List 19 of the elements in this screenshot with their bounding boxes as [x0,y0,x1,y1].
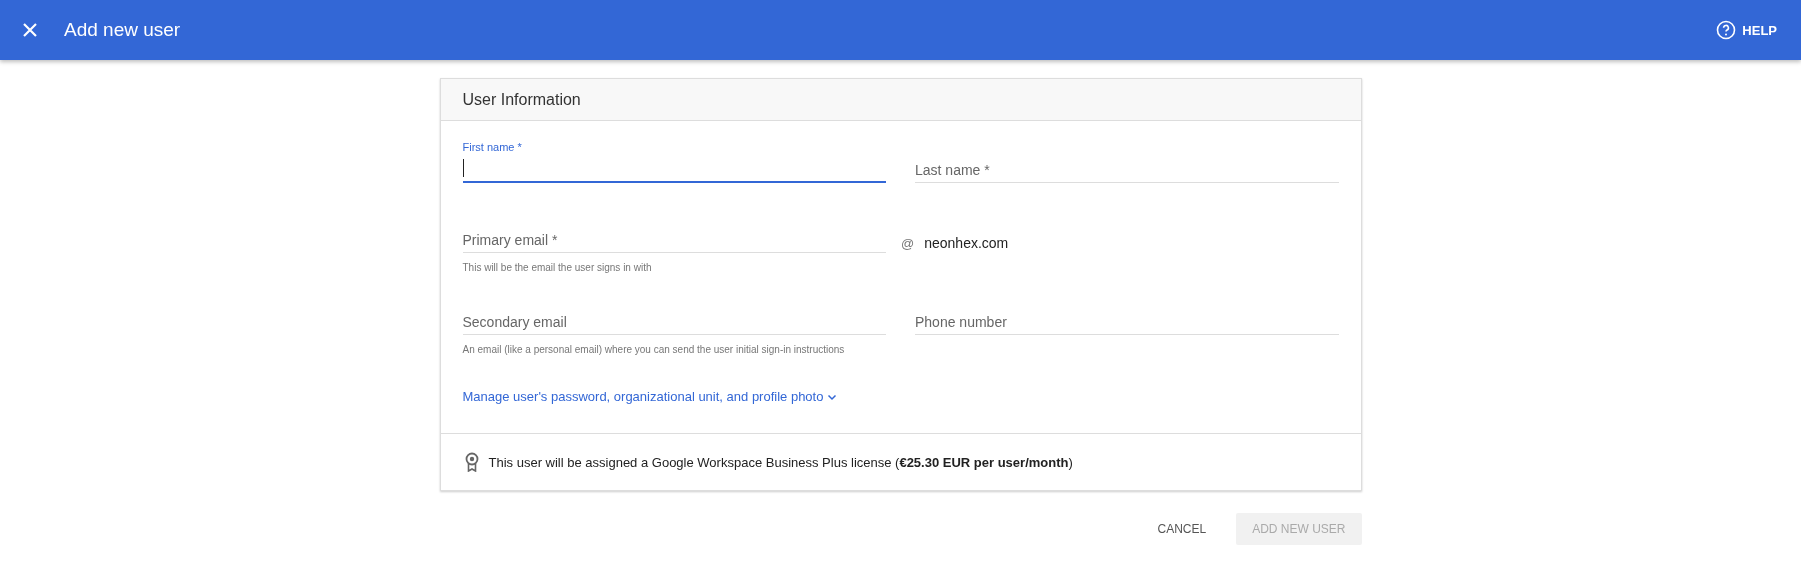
help-button[interactable]: HELP [1710,19,1783,41]
close-icon [22,22,38,38]
text-field[interactable]: Last name * [915,139,1339,183]
helper-text: An email (like a personal email) where you can send the user initial sign-in instructions [462,344,846,355]
license-text: This user will be assigned a Google Workspace Business Plus license (€25.30 EUR per user/month) [488,454,1073,470]
action-button[interactable]: CANCEL [1145,513,1219,545]
chevron-down-icon [827,392,838,401]
help-icon [1716,20,1737,40]
at-sign: @ [901,236,915,251]
text-field[interactable]: First name * [462,139,886,183]
page-title: Add new user [64,19,181,41]
text-field[interactable]: Phone number [915,291,1339,335]
manage-link[interactable]: Manage user's password, organizational unit, and profile photo [462,389,838,404]
award-icon [464,452,479,472]
text-field[interactable]: Primary email * [462,209,886,253]
text-field[interactable]: Secondary email [462,291,886,335]
card-title: User Information [462,90,581,109]
helper-text: This will be the email the user signs in with [462,262,653,273]
domain-text: neonhex.com [924,235,1009,251]
